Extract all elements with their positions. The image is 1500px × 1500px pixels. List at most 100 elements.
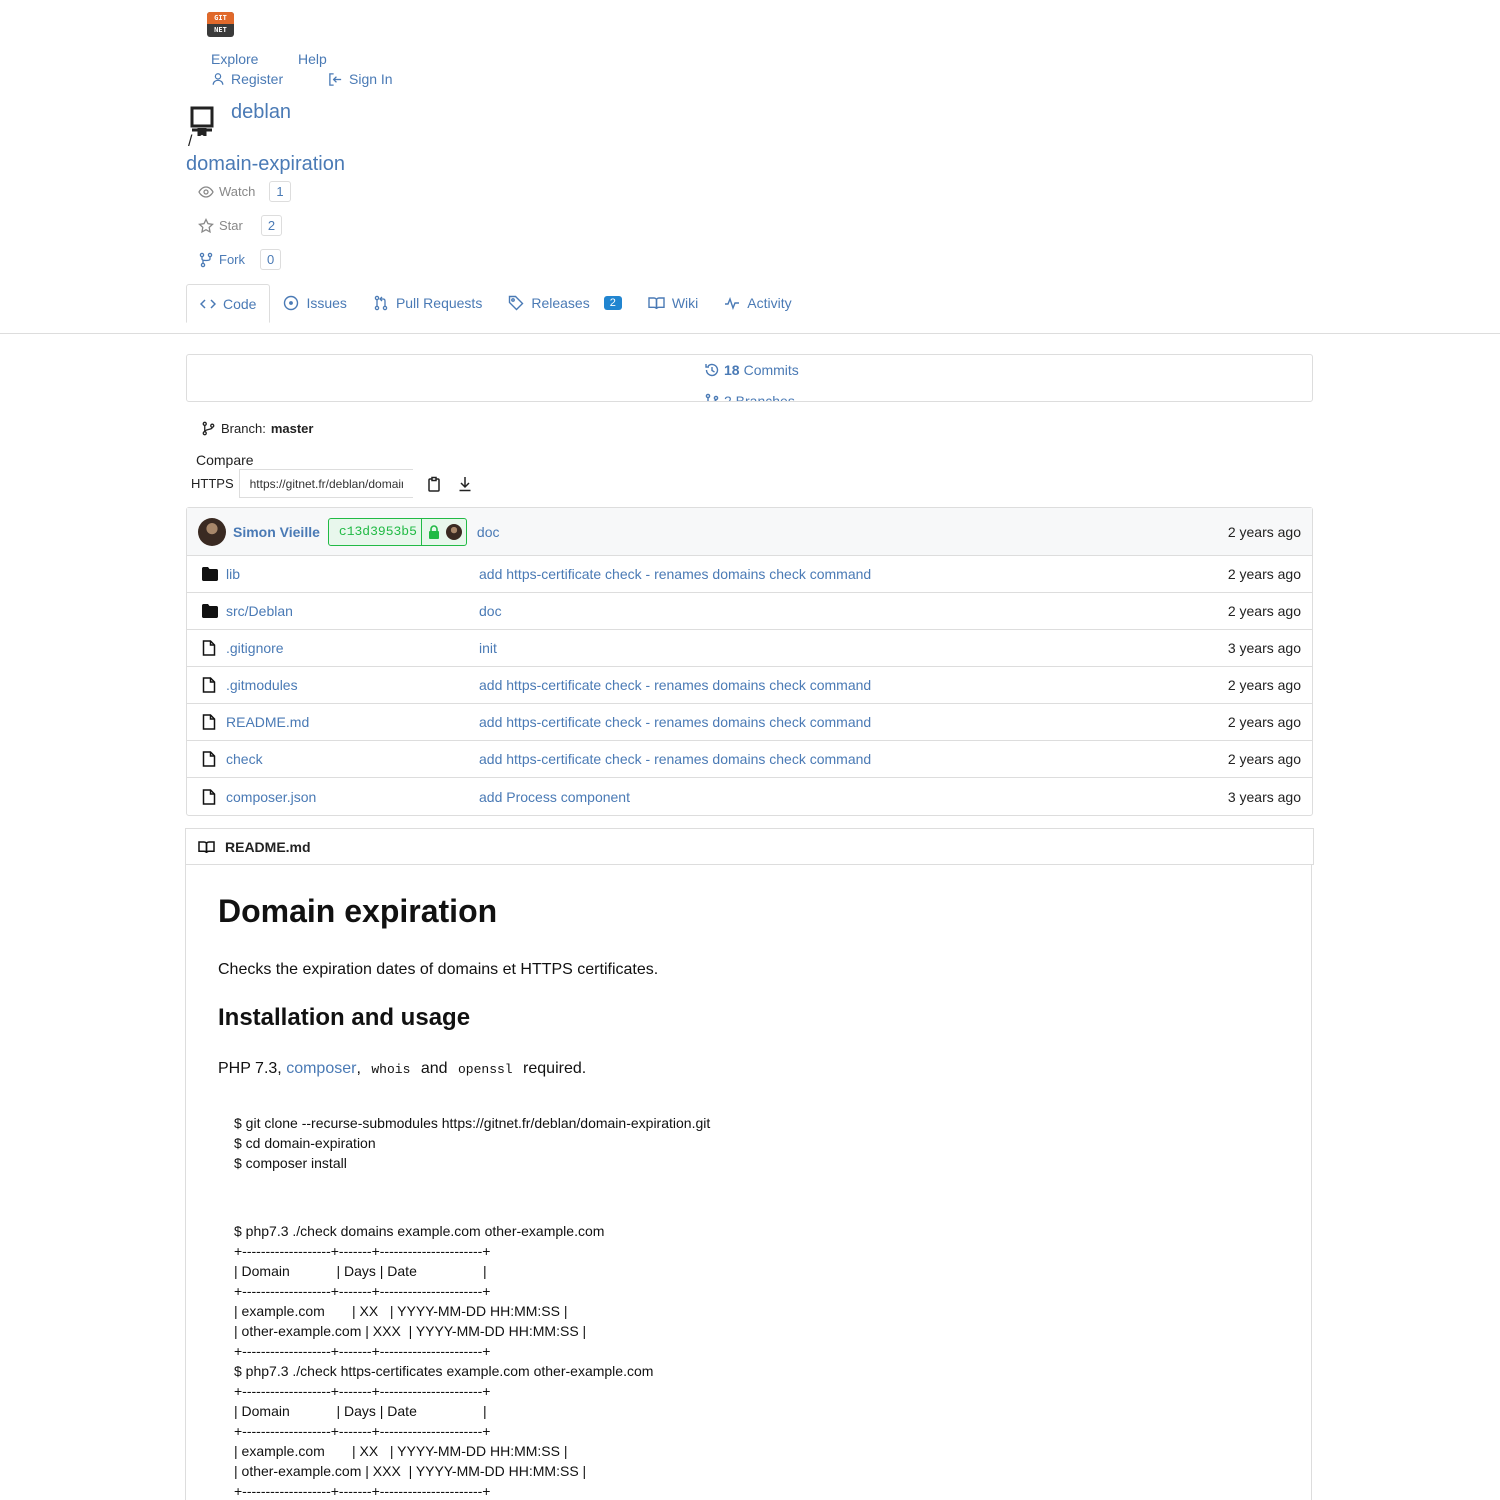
branches-link[interactable]: 2 Branches xyxy=(704,393,795,402)
readme-requirements: PHP 7.3, composer, whois and openssl req… xyxy=(218,1060,586,1078)
tab-activity[interactable]: Activity xyxy=(711,284,804,322)
branch-label: Branch: xyxy=(221,421,266,436)
download-icon[interactable] xyxy=(450,476,480,492)
file-age: 2 years ago xyxy=(1227,603,1301,619)
file-commit-message[interactable]: init xyxy=(479,640,497,656)
branches-label: 2 Branches xyxy=(724,393,795,402)
file-name[interactable]: composer.json xyxy=(226,789,316,805)
commit-sha: c13d3953b5 xyxy=(338,524,417,539)
repo-tabs: Code Issues Pull Requests Releases 2 Wik… xyxy=(186,284,805,323)
gitnet-logo[interactable]: GIT NET xyxy=(207,12,234,37)
signer-avatar xyxy=(445,523,462,540)
clone-panel: HTTPS xyxy=(186,469,480,498)
file-name[interactable]: lib xyxy=(226,566,240,582)
header-divider xyxy=(0,333,1500,334)
file-commit-message[interactable]: add Process component xyxy=(479,789,630,805)
req-prefix: PHP 7.3, xyxy=(218,1060,282,1077)
sign-in-label: Sign In xyxy=(349,71,393,87)
branch-selector[interactable]: Branch: master xyxy=(201,421,313,436)
readme-intro: Checks the expiration dates of domains e… xyxy=(218,961,659,978)
tab-wiki-label: Wiki xyxy=(671,295,699,311)
branch-icon xyxy=(201,421,216,436)
commit-author-link[interactable]: Simon Vieille xyxy=(233,524,320,540)
eye-icon xyxy=(198,184,214,200)
file-row[interactable]: .gitignore init 3 years ago xyxy=(187,630,1312,667)
code-openssl: openssl xyxy=(457,1062,513,1077)
composer-link[interactable]: composer xyxy=(286,1060,356,1078)
tab-pull-requests[interactable]: Pull Requests xyxy=(360,284,495,322)
tab-code-label: Code xyxy=(223,295,257,312)
file-row[interactable]: .gitmodules add https-certificate check … xyxy=(187,667,1312,704)
file-commit-message[interactable]: add https-certificate check - renames do… xyxy=(479,751,871,767)
clone-protocol-button[interactable]: HTTPS xyxy=(186,470,239,497)
file-row[interactable]: README.md add https-certificate check - … xyxy=(187,704,1312,741)
tab-issues[interactable]: Issues xyxy=(270,284,359,322)
tab-releases-label: Releases xyxy=(531,295,590,311)
register-link[interactable]: Register xyxy=(211,71,283,87)
file-row[interactable]: src/Deblan doc 2 years ago xyxy=(187,593,1312,630)
commits-link[interactable]: 18 Commits xyxy=(704,362,799,378)
file-row[interactable]: lib add https-certificate check - rename… xyxy=(187,556,1312,593)
readme-title: Domain expiration xyxy=(218,893,498,929)
pulse-icon xyxy=(724,295,740,311)
file-icon xyxy=(202,788,216,805)
tab-releases[interactable]: Releases 2 xyxy=(495,284,635,322)
file-row[interactable]: composer.json add Process component 3 ye… xyxy=(187,778,1312,815)
readme-section-heading: Installation and usage xyxy=(218,1004,471,1031)
pull-request-icon xyxy=(373,295,389,311)
nav-help[interactable]: Help xyxy=(298,51,327,67)
fork-button[interactable]: Fork 0 xyxy=(198,249,282,270)
commits-label: Commits xyxy=(743,362,799,378)
tab-pull-requests-label: Pull Requests xyxy=(395,295,483,311)
watch-count[interactable]: 1 xyxy=(269,181,291,202)
book-icon xyxy=(198,839,215,855)
file-table: Simon Vieille c13d3953b5 doc 2 years ago… xyxy=(186,507,1313,816)
compare-link[interactable]: Compare xyxy=(196,452,254,468)
file-commit-message[interactable]: add https-certificate check - renames do… xyxy=(479,677,871,693)
star-icon xyxy=(198,217,214,234)
tab-wiki[interactable]: Wiki xyxy=(635,284,711,322)
file-age: 2 years ago xyxy=(1227,751,1301,767)
tag-icon xyxy=(508,295,524,311)
avatar[interactable] xyxy=(198,517,226,546)
file-commit-message[interactable]: doc xyxy=(479,603,502,619)
clone-url-input[interactable] xyxy=(238,469,413,498)
star-label: Star xyxy=(219,218,243,233)
file-icon xyxy=(202,677,216,693)
latest-commit-age: 2 years ago xyxy=(1227,523,1301,540)
file-name[interactable]: check xyxy=(226,751,263,767)
file-icon xyxy=(202,751,216,767)
repo-stats-bar: 18 Commits 2 Branches xyxy=(186,354,1313,402)
sign-in-link[interactable]: Sign In xyxy=(328,71,393,87)
file-row[interactable]: check add https-certificate check - rena… xyxy=(187,741,1312,778)
releases-count-badge: 2 xyxy=(603,296,622,310)
repo-owner-link[interactable]: deblan xyxy=(231,101,291,124)
file-commit-message[interactable]: add https-certificate check - renames do… xyxy=(479,566,871,582)
latest-commit-message[interactable]: doc xyxy=(477,524,500,540)
watch-button[interactable]: Watch 1 xyxy=(198,181,291,202)
file-name[interactable]: README.md xyxy=(226,714,309,730)
fork-count[interactable]: 0 xyxy=(260,249,282,270)
file-name[interactable]: .gitignore xyxy=(226,640,284,656)
sign-in-icon xyxy=(328,72,343,87)
star-button[interactable]: Star 2 xyxy=(198,215,283,236)
tab-code[interactable]: Code xyxy=(186,284,271,323)
file-age: 2 years ago xyxy=(1227,677,1301,693)
file-icon xyxy=(202,640,216,656)
file-name[interactable]: .gitmodules xyxy=(226,677,298,693)
file-name[interactable]: src/Deblan xyxy=(226,603,293,619)
usage-code-block: $ php7.3 ./check domains example.com oth… xyxy=(234,1223,654,1499)
repo-name-link[interactable]: domain-expiration xyxy=(186,153,345,176)
repo-icon xyxy=(188,104,216,136)
commit-sha-button[interactable]: c13d3953b5 xyxy=(327,517,467,546)
readme-filename: README.md xyxy=(225,838,311,855)
branch-icon-small xyxy=(704,393,720,401)
fork-icon xyxy=(198,252,214,268)
file-age: 2 years ago xyxy=(1227,714,1301,730)
req-suffix: required. xyxy=(523,1060,587,1077)
nav-explore[interactable]: Explore xyxy=(211,51,258,67)
copy-icon[interactable] xyxy=(413,476,450,492)
file-commit-message[interactable]: add https-certificate check - renames do… xyxy=(479,714,871,730)
commits-count: 18 xyxy=(724,362,740,378)
star-count[interactable]: 2 xyxy=(260,215,283,236)
